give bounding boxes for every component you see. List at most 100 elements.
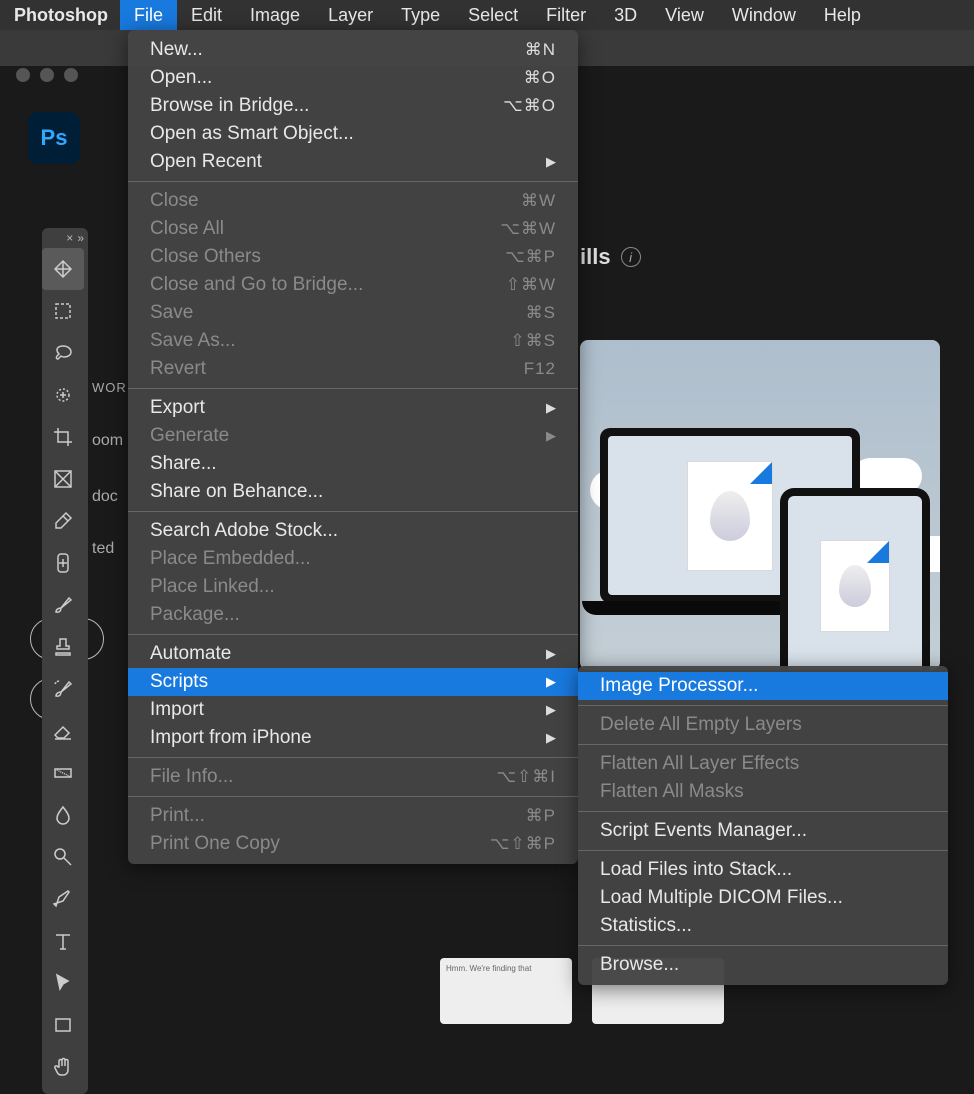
menu-item-label: Automate [150,643,546,665]
file-menu-import[interactable]: Import▶ [128,696,578,724]
tool-move[interactable] [42,248,84,290]
tool-crop[interactable] [42,416,84,458]
menu-item-shortcut: ⌘N [525,40,556,60]
scripts-menu-load-multiple-dicom-files[interactable]: Load Multiple DICOM Files... [578,884,948,912]
menu-item-label: Place Embedded... [150,548,556,570]
menu-image[interactable]: Image [236,0,314,30]
tools-close-icon[interactable]: × [66,231,73,245]
tool-gradient[interactable] [42,752,84,794]
file-menu-open-as-smart-object[interactable]: Open as Smart Object... [128,120,578,148]
scripts-menu-browse[interactable]: Browse... [578,951,948,979]
file-menu-share-on-behance[interactable]: Share on Behance... [128,478,578,506]
traffic-zoom[interactable] [64,68,78,82]
tool-eraser[interactable] [42,710,84,752]
file-menu-share[interactable]: Share... [128,450,578,478]
menu-separator [578,850,948,851]
menu-separator [128,388,578,389]
menu-item-label: Load Files into Stack... [600,859,926,881]
tool-hand[interactable] [42,1046,84,1088]
tool-history-brush[interactable] [42,668,84,710]
tool-marquee[interactable] [42,290,84,332]
menu-file[interactable]: File [120,0,177,30]
file-menu-package: Package... [128,601,578,629]
tool-stamp[interactable] [42,626,84,668]
tool-quick-select[interactable] [42,374,84,416]
menu-layer[interactable]: Layer [314,0,387,30]
cloud-docs-label[interactable]: doc [92,488,118,506]
deleted-label[interactable]: ted [92,540,114,558]
file-menu-place-linked: Place Linked... [128,573,578,601]
menu-separator [128,181,578,182]
file-menu-generate: Generate▶ [128,422,578,450]
menu-item-label: Close All [150,218,500,240]
tool-eyedropper[interactable] [42,500,84,542]
menu-item-label: Open Recent [150,151,546,173]
file-menu-save: Save⌘S [128,299,578,327]
menu-3d[interactable]: 3D [600,0,651,30]
file-menu-revert: RevertF12 [128,355,578,383]
menu-separator [578,744,948,745]
menu-edit[interactable]: Edit [177,0,236,30]
file-menu-import-from-iphone[interactable]: Import from iPhone▶ [128,724,578,752]
tools-collapse-icon[interactable]: » [77,231,84,245]
your-work-label: WOR [92,380,127,395]
menu-item-label: Import from iPhone [150,727,546,749]
submenu-arrow-icon: ▶ [546,702,556,718]
file-menu-export[interactable]: Export▶ [128,394,578,422]
recent-thumb[interactable]: Hmm. We're finding that [440,958,572,1024]
menu-item-label: Save As... [150,330,510,352]
menu-type[interactable]: Type [387,0,454,30]
home-heading: ills i [580,244,641,270]
app-name: Photoshop [14,0,120,30]
scripts-menu-load-files-into-stack[interactable]: Load Files into Stack... [578,856,948,884]
window-traffic-lights[interactable] [16,68,78,82]
tool-heal[interactable] [42,542,84,584]
file-menu-browse-in-bridge[interactable]: Browse in Bridge...⌥⌘O [128,92,578,120]
menu-item-shortcut: ⇧⌘S [510,331,556,351]
menu-window[interactable]: Window [718,0,810,30]
menu-filter[interactable]: Filter [532,0,600,30]
file-menu-new[interactable]: New...⌘N [128,36,578,64]
scripts-menu-script-events-manager[interactable]: Script Events Manager... [578,817,948,845]
tool-lasso[interactable] [42,332,84,374]
menu-item-label: Open... [150,67,524,89]
menu-item-label: Package... [150,604,556,626]
scripts-menu-image-processor[interactable]: Image Processor... [578,672,948,700]
menu-select[interactable]: Select [454,0,532,30]
tool-path-select[interactable] [42,962,84,1004]
file-menu-save-as: Save As...⇧⌘S [128,327,578,355]
file-menu-open-recent[interactable]: Open Recent▶ [128,148,578,176]
menu-item-label: Script Events Manager... [600,820,926,842]
menu-item-label: Close and Go to Bridge... [150,274,506,296]
menu-item-shortcut: ⌥⌘O [503,96,556,116]
file-menu-scripts[interactable]: Scripts▶ [128,668,578,696]
file-menu-automate[interactable]: Automate▶ [128,640,578,668]
menu-item-shortcut: ⌥⇧⌘P [490,834,556,854]
submenu-arrow-icon: ▶ [546,154,556,170]
menu-view[interactable]: View [651,0,718,30]
menu-item-label: Revert [150,358,524,380]
file-menu-open[interactable]: Open...⌘O [128,64,578,92]
file-menu-close: Close⌘W [128,187,578,215]
tool-pen[interactable] [42,878,84,920]
scripts-menu-statistics[interactable]: Statistics... [578,912,948,940]
file-menu-search-adobe-stock[interactable]: Search Adobe Stock... [128,517,578,545]
menu-help[interactable]: Help [810,0,875,30]
tool-type[interactable] [42,920,84,962]
tool-dodge[interactable] [42,836,84,878]
menu-item-label: Delete All Empty Layers [600,714,926,736]
lightroom-label[interactable]: oom [92,432,123,450]
menu-item-label: Browse in Bridge... [150,95,503,117]
traffic-close[interactable] [16,68,30,82]
tool-rectangle[interactable] [42,1004,84,1046]
menu-separator [128,757,578,758]
info-icon[interactable]: i [621,247,641,267]
tool-blur[interactable] [42,794,84,836]
traffic-minimize[interactable] [40,68,54,82]
tool-brush[interactable] [42,584,84,626]
menu-item-label: Load Multiple DICOM Files... [600,887,926,909]
tool-frame[interactable] [42,458,84,500]
menu-item-label: Share on Behance... [150,481,556,503]
menu-item-label: Share... [150,453,556,475]
menu-item-shortcut: ⌥⇧⌘I [496,767,556,787]
